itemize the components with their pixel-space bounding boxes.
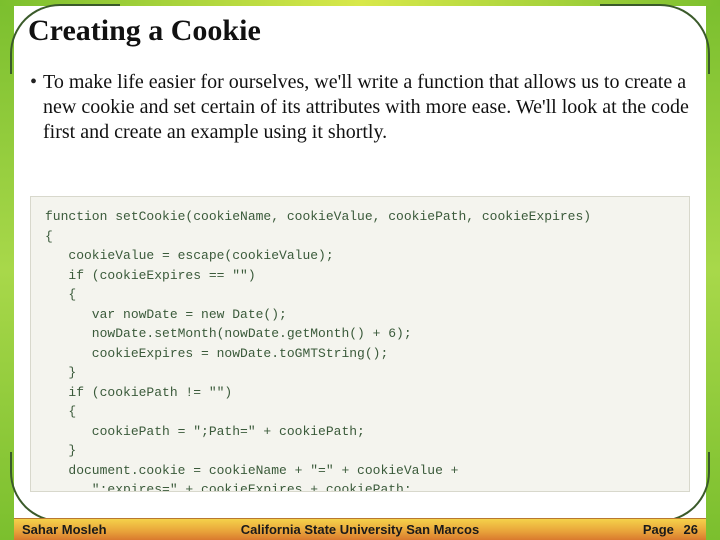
footer-page-number: 26 — [684, 522, 698, 537]
slide-title: Creating a Cookie — [28, 14, 261, 48]
footer-page-label: Page — [643, 522, 674, 537]
decor-corner-tr — [600, 4, 710, 74]
footer-institution: California State University San Marcos — [241, 522, 479, 537]
bullet-marker: • — [30, 70, 37, 94]
slide: Creating a Cookie • To make life easier … — [0, 0, 720, 540]
footer-page: Page 26 — [643, 522, 698, 537]
footer-author: Sahar Mosleh — [22, 522, 107, 537]
bullet-text: To make life easier for ourselves, we'll… — [43, 70, 690, 145]
bullet-item: • To make life easier for ourselves, we'… — [30, 70, 690, 145]
slide-body: • To make life easier for ourselves, we'… — [30, 70, 690, 145]
code-block: function setCookie(cookieName, cookieVal… — [30, 196, 690, 492]
